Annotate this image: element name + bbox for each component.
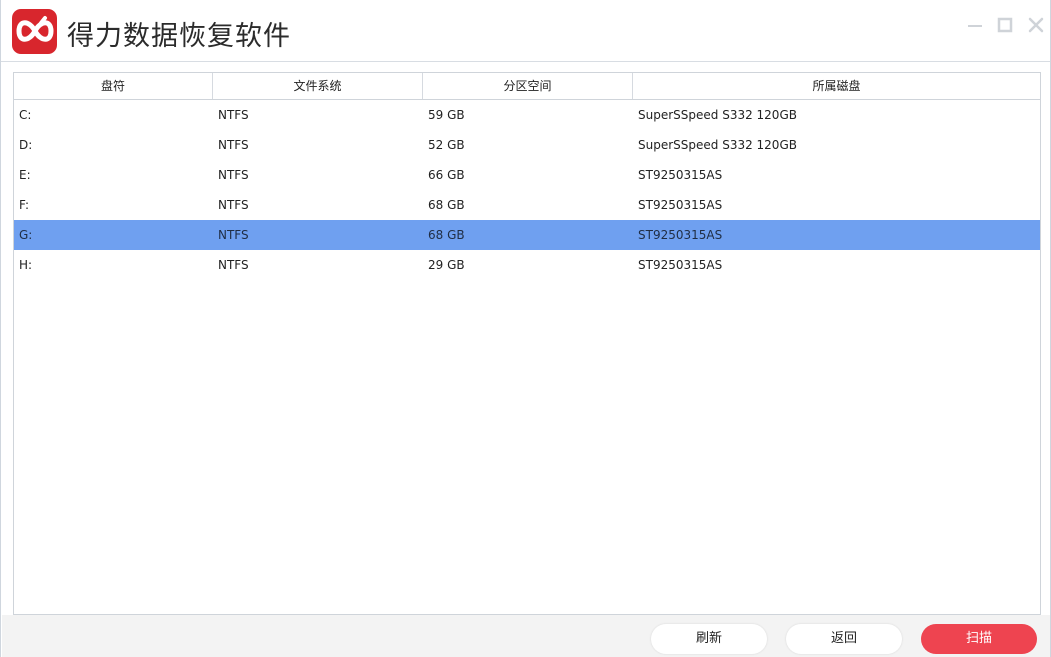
- cell-drive: D:: [19, 138, 33, 152]
- partition-table: 盘符 文件系统 分区空间 所属磁盘 C: NTFS 59 GB SuperSSp…: [13, 72, 1041, 615]
- column-header-drive[interactable]: 盘符: [14, 73, 213, 99]
- cell-size: 68 GB: [428, 198, 465, 212]
- cell-size: 68 GB: [428, 228, 465, 242]
- cell-filesystem: NTFS: [218, 168, 249, 182]
- cell-filesystem: NTFS: [218, 198, 249, 212]
- close-icon[interactable]: [1027, 16, 1045, 34]
- cell-size: 29 GB: [428, 258, 465, 272]
- cell-drive: G:: [19, 228, 33, 242]
- cell-disk: SuperSSpeed S332 120GB: [638, 138, 797, 152]
- column-header-disk[interactable]: 所属磁盘: [633, 73, 1040, 99]
- table-header: 盘符 文件系统 分区空间 所属磁盘: [14, 73, 1040, 100]
- cell-disk: ST9250315AS: [638, 258, 723, 272]
- cell-size: 52 GB: [428, 138, 465, 152]
- table-body: C: NTFS 59 GB SuperSSpeed S332 120GB D: …: [14, 100, 1040, 280]
- cell-filesystem: NTFS: [218, 258, 249, 272]
- cell-drive: C:: [19, 108, 32, 122]
- table-row[interactable]: H: NTFS 29 GB ST9250315AS: [14, 250, 1040, 280]
- back-button[interactable]: 返回: [786, 624, 902, 654]
- infinity-logo-icon: [12, 9, 57, 54]
- app-window: 得力数据恢复软件 盘符 文件系统 分区空间 所属磁盘 C: NTFS 59 GB…: [0, 0, 1051, 657]
- scan-button[interactable]: 扫描: [921, 624, 1037, 654]
- cell-disk: ST9250315AS: [638, 198, 723, 212]
- cell-disk: SuperSSpeed S332 120GB: [638, 108, 797, 122]
- refresh-button[interactable]: 刷新: [651, 624, 767, 654]
- table-row[interactable]: E: NTFS 66 GB ST9250315AS: [14, 160, 1040, 190]
- cell-size: 66 GB: [428, 168, 465, 182]
- cell-disk: ST9250315AS: [638, 228, 723, 242]
- cell-filesystem: NTFS: [218, 138, 249, 152]
- cell-size: 59 GB: [428, 108, 465, 122]
- table-row[interactable]: G: NTFS 68 GB ST9250315AS: [14, 220, 1040, 250]
- table-row[interactable]: D: NTFS 52 GB SuperSSpeed S332 120GB: [14, 130, 1040, 160]
- title-bar: 得力数据恢复软件: [1, 0, 1050, 62]
- cell-filesystem: NTFS: [218, 228, 249, 242]
- table-row[interactable]: F: NTFS 68 GB ST9250315AS: [14, 190, 1040, 220]
- maximize-icon[interactable]: [996, 16, 1014, 34]
- cell-disk: ST9250315AS: [638, 168, 723, 182]
- minimize-icon[interactable]: [966, 16, 984, 34]
- column-header-size[interactable]: 分区空间: [423, 73, 633, 99]
- cell-filesystem: NTFS: [218, 108, 249, 122]
- footer-bar: 刷新 返回 扫描: [2, 615, 1050, 657]
- cell-drive: F:: [19, 198, 30, 212]
- column-header-filesystem[interactable]: 文件系统: [213, 73, 423, 99]
- cell-drive: H:: [19, 258, 33, 272]
- table-row[interactable]: C: NTFS 59 GB SuperSSpeed S332 120GB: [14, 100, 1040, 130]
- app-title: 得力数据恢复软件: [67, 21, 291, 52]
- cell-drive: E:: [19, 168, 31, 182]
